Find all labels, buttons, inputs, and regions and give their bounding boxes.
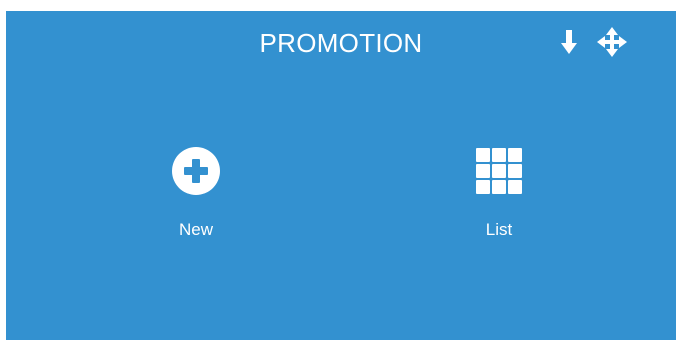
new-label: New <box>178 220 213 239</box>
plus-circle-icon <box>172 147 220 195</box>
move-icon <box>597 27 627 57</box>
new-promotion-button[interactable]: New <box>141 147 251 240</box>
list-promotions-button[interactable]: List <box>444 147 554 240</box>
download-button[interactable] <box>554 27 584 57</box>
promotion-panel: PROMOTION New List <box>6 11 676 340</box>
list-label: List <box>485 220 513 239</box>
move-button[interactable] <box>597 27 627 57</box>
grid-icon <box>476 148 522 194</box>
arrow-down-icon <box>561 30 577 54</box>
